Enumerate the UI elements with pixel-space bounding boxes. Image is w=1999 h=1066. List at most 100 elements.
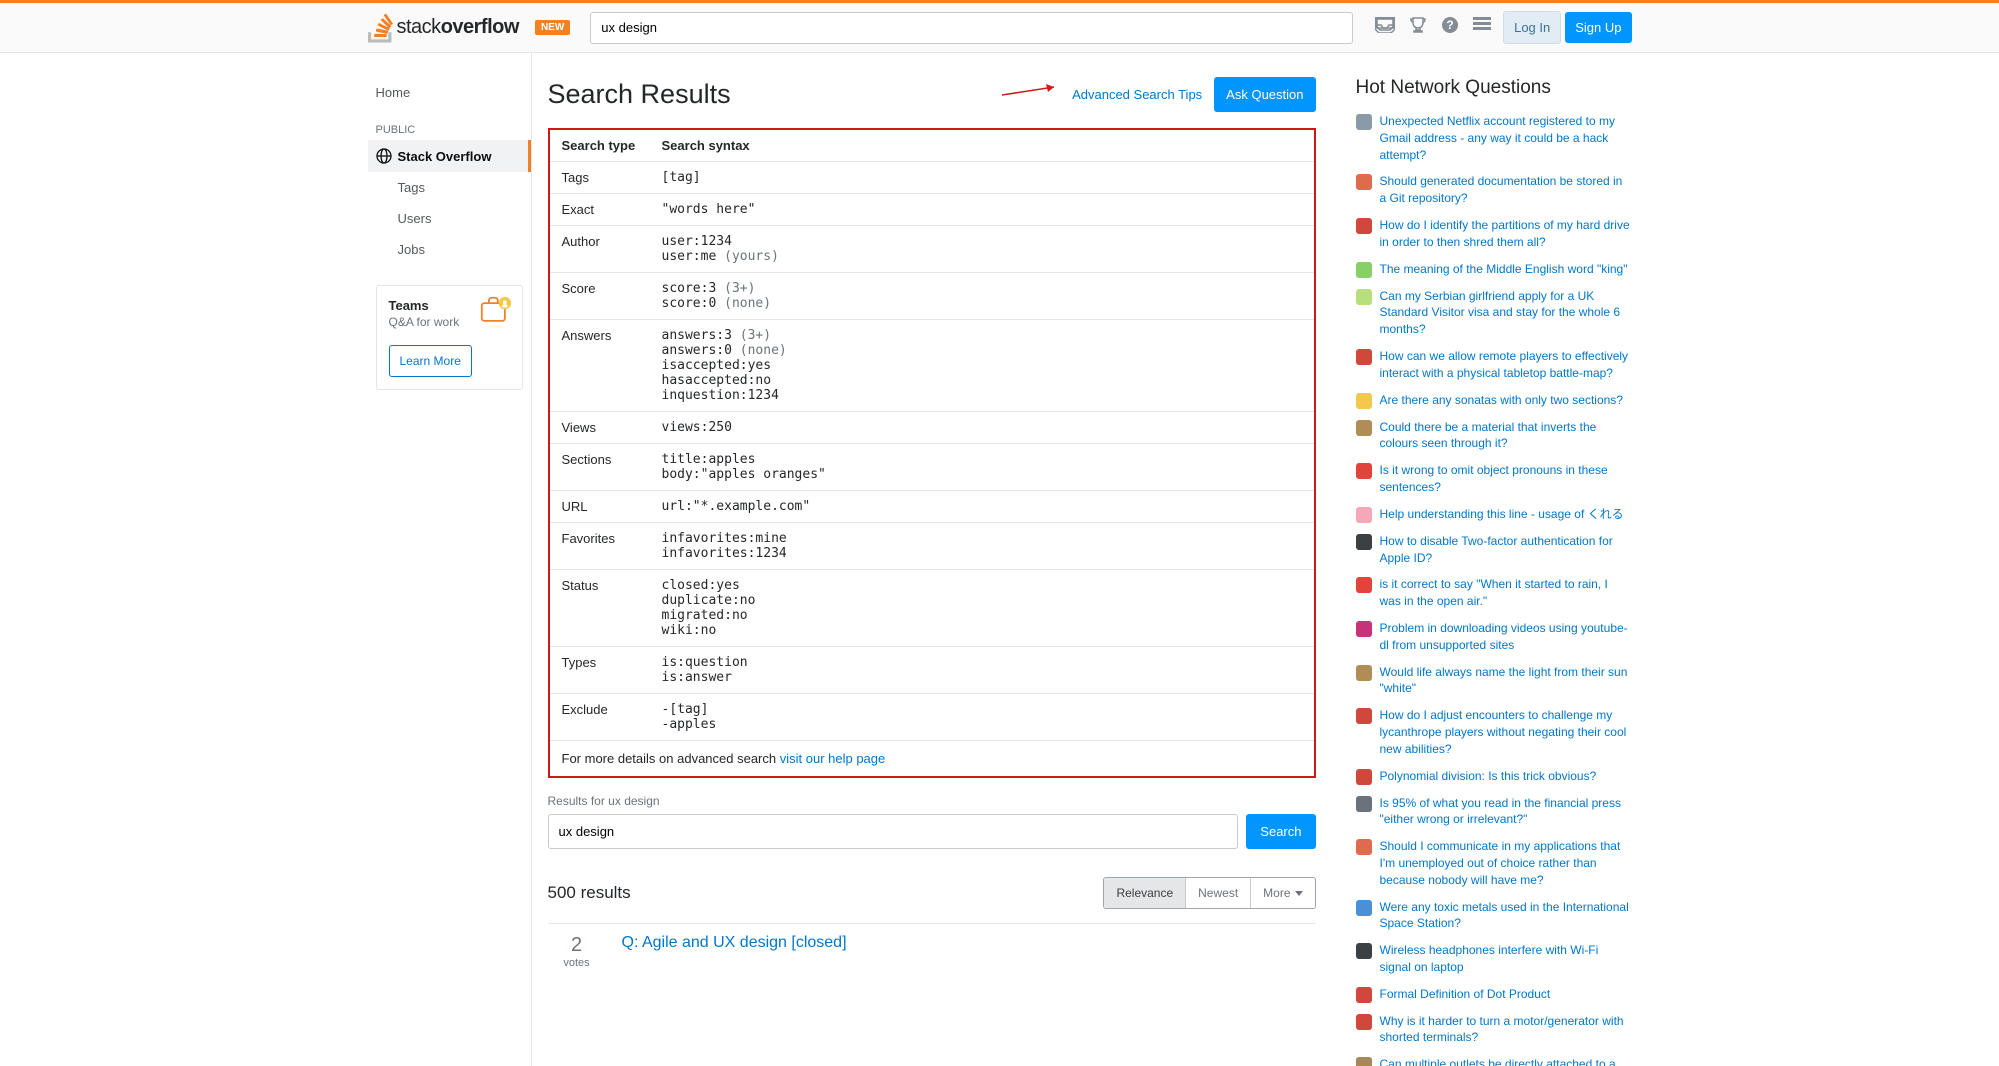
syntax-row: Favoritesinfavorites:mine infavorites:12… — [550, 523, 1314, 570]
hot-question-item: Help understanding this line - usage of … — [1356, 506, 1632, 523]
syntax-type: Status — [550, 570, 650, 647]
hot-question-item: Were any toxic metals used in the Intern… — [1356, 899, 1632, 933]
site-icon — [1356, 900, 1372, 916]
hot-question-item: Unexpected Netflix account registered to… — [1356, 113, 1632, 163]
syntax-row: Scorescore:3 (3+) score:0 (none) — [550, 273, 1314, 320]
brand-text-b: overflow — [441, 16, 519, 38]
nav-jobs[interactable]: Jobs — [368, 234, 531, 265]
syntax-code: views:250 — [650, 412, 1314, 444]
nav-stackoverflow-label: Stack Overflow — [398, 149, 492, 164]
site-icon — [1356, 262, 1372, 278]
hot-question-link[interactable]: Would life always name the light from th… — [1380, 664, 1632, 698]
svg-text:?: ? — [1446, 18, 1453, 32]
syntax-row: Exact"words here" — [550, 194, 1314, 226]
hot-question-item: How do I adjust encounters to challenge … — [1356, 707, 1632, 757]
hot-question-link[interactable]: Problem in downloading videos using yout… — [1380, 620, 1632, 654]
syntax-type: Sections — [550, 444, 650, 491]
hot-question-link[interactable]: Should generated documentation be stored… — [1380, 173, 1632, 207]
hot-question-link[interactable]: How to disable Two-factor authentication… — [1380, 533, 1632, 567]
sort-tabs: Relevance Newest More — [1103, 877, 1315, 909]
syntax-type: Author — [550, 226, 650, 273]
hot-question-link[interactable]: Unexpected Netflix account registered to… — [1380, 113, 1632, 163]
site-icon — [1356, 577, 1372, 593]
hot-question-item: Is 95% of what you read in the financial… — [1356, 795, 1632, 829]
tab-more[interactable]: More — [1251, 878, 1314, 908]
brand-text-a: stack — [397, 16, 441, 38]
search-input[interactable] — [590, 12, 1353, 44]
new-badge[interactable]: NEW — [535, 20, 570, 35]
ask-question-button[interactable]: Ask Question — [1214, 77, 1315, 112]
topbar: stackoverflow NEW ? Log In Sign Up — [0, 3, 1999, 53]
hot-question-link[interactable]: How do I adjust encounters to challenge … — [1380, 707, 1632, 757]
community-icon[interactable] — [1473, 17, 1491, 38]
vote-label: votes — [548, 957, 606, 969]
syntax-code: [tag] — [650, 162, 1314, 194]
hot-question-link[interactable]: How do I identify the partitions of my h… — [1380, 217, 1632, 251]
site-icon — [1356, 349, 1372, 365]
hot-question-item: Polynomial division: Is this trick obvio… — [1356, 768, 1632, 785]
site-icon — [1356, 114, 1372, 130]
site-icon — [1356, 534, 1372, 550]
hot-question-link[interactable]: Could there be a material that inverts t… — [1380, 419, 1632, 453]
hot-question-link[interactable]: Polynomial division: Is this trick obvio… — [1380, 768, 1597, 785]
hot-question-link[interactable]: How can we allow remote players to effec… — [1380, 348, 1632, 382]
vote-count: 2 — [548, 934, 606, 957]
inbox-icon[interactable] — [1375, 17, 1395, 38]
syntax-code: "words here" — [650, 194, 1314, 226]
annotation-arrow — [1002, 83, 1062, 99]
syntax-code: -[tag] -apples — [650, 694, 1314, 741]
hot-question-item: Wireless headphones interfere with Wi-Fi… — [1356, 942, 1632, 976]
hot-question-item: How to disable Two-factor authentication… — [1356, 533, 1632, 567]
footer-text: For more details on advanced search — [562, 751, 780, 766]
site-icon — [1356, 174, 1372, 190]
hot-question-link[interactable]: Are there any sonatas with only two sect… — [1380, 392, 1623, 409]
help-page-link[interactable]: visit our help page — [780, 751, 886, 766]
syntax-code: title:apples body:"apples oranges" — [650, 444, 1314, 491]
results-count: 500 results — [548, 883, 631, 903]
nav-users[interactable]: Users — [368, 203, 531, 234]
result-title-link[interactable]: Q: Agile and UX design [closed] — [622, 934, 847, 951]
syntax-row: Exclude-[tag] -apples — [550, 694, 1314, 741]
stackoverflow-icon — [368, 13, 393, 43]
search-button[interactable]: Search — [1246, 814, 1315, 849]
nav-stackoverflow[interactable]: Stack Overflow — [368, 140, 531, 172]
help-icon[interactable]: ? — [1441, 16, 1459, 39]
hot-question-item: Could there be a material that inverts t… — [1356, 419, 1632, 453]
learn-more-button[interactable]: Learn More — [389, 345, 472, 377]
logo[interactable]: stackoverflow — [368, 13, 519, 43]
site-icon — [1356, 665, 1372, 681]
site-icon — [1356, 289, 1372, 305]
hot-question-link[interactable]: Is 95% of what you read in the financial… — [1380, 795, 1632, 829]
result-item: 2 votes Q: Agile and UX design [closed] — [548, 923, 1316, 969]
globe-icon — [376, 148, 392, 164]
syntax-row: URLurl:"*.example.com" — [550, 491, 1314, 523]
hot-question-link[interactable]: Can multiple outlets be directly attache… — [1380, 1056, 1632, 1066]
nav-home[interactable]: Home — [368, 77, 531, 108]
hot-question-link[interactable]: is it correct to say "When it started to… — [1380, 576, 1632, 610]
results-search-input[interactable] — [548, 814, 1239, 849]
hot-question-item: Should I communicate in my applications … — [1356, 838, 1632, 888]
syntax-type: Views — [550, 412, 650, 444]
hot-question-item: Formal Definition of Dot Product — [1356, 986, 1632, 1003]
tab-newest[interactable]: Newest — [1186, 878, 1251, 908]
site-icon — [1356, 1057, 1372, 1066]
syntax-code: infavorites:mine infavorites:1234 — [650, 523, 1314, 570]
hot-question-link[interactable]: The meaning of the Middle English word "… — [1380, 261, 1628, 278]
hot-question-link[interactable]: Formal Definition of Dot Product — [1380, 986, 1551, 1003]
trophy-icon[interactable] — [1409, 16, 1427, 39]
advanced-search-tips-link[interactable]: Advanced Search Tips — [1072, 87, 1202, 102]
signup-button[interactable]: Sign Up — [1565, 12, 1631, 43]
tab-relevance[interactable]: Relevance — [1104, 878, 1186, 908]
hot-question-link[interactable]: Help understanding this line - usage of … — [1380, 506, 1624, 523]
site-icon — [1356, 393, 1372, 409]
hot-question-link[interactable]: Can my Serbian girlfriend apply for a UK… — [1380, 288, 1632, 338]
hot-question-link[interactable]: Should I communicate in my applications … — [1380, 838, 1632, 888]
nav-tags[interactable]: Tags — [368, 172, 531, 203]
syntax-code: answers:3 (3+) answers:0 (none) isaccept… — [650, 320, 1314, 412]
syntax-type: Exclude — [550, 694, 650, 741]
hot-question-link[interactable]: Is it wrong to omit object pronouns in t… — [1380, 462, 1632, 496]
hot-question-link[interactable]: Were any toxic metals used in the Intern… — [1380, 899, 1632, 933]
login-button[interactable]: Log In — [1503, 11, 1561, 44]
hot-question-link[interactable]: Wireless headphones interfere with Wi-Fi… — [1380, 942, 1632, 976]
hot-question-link[interactable]: Why is it harder to turn a motor/generat… — [1380, 1013, 1632, 1047]
